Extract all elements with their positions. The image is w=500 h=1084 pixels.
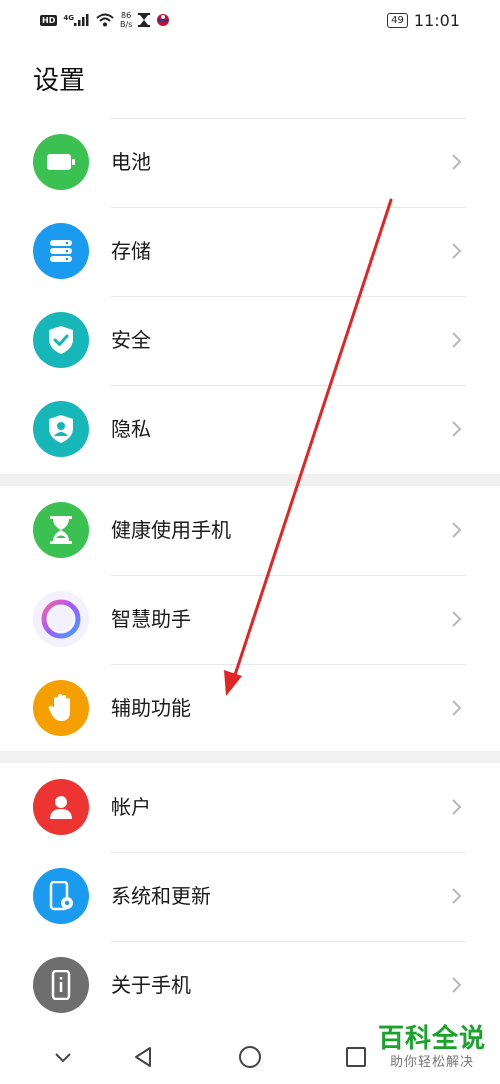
settings-item-smart-assistant[interactable]: 智慧助手 <box>0 575 500 664</box>
settings-item-about-phone[interactable]: 关于手机 <box>0 941 500 1030</box>
page-title: 设置 <box>33 66 86 96</box>
settings-item-label: 帐户 <box>111 795 151 819</box>
settings-item-label: 系统和更新 <box>111 884 211 908</box>
divider <box>111 118 466 119</box>
battery-indicator: 49 <box>387 12 408 28</box>
settings-item-storage[interactable]: 存储 <box>0 207 500 296</box>
settings-item-accessibility[interactable]: 辅助功能 <box>0 664 500 753</box>
settings-item-label: 健康使用手机 <box>111 518 231 542</box>
wifi-icon <box>96 13 114 27</box>
settings-item-privacy[interactable]: 隐私 <box>0 385 500 474</box>
settings-item-label: 安全 <box>111 328 151 352</box>
hourglass-status-icon <box>138 13 151 27</box>
home-button[interactable] <box>235 1042 265 1072</box>
privacy-shield-icon <box>33 401 89 457</box>
network-type: 4G <box>63 14 74 22</box>
shield-check-icon <box>33 312 89 368</box>
settings-item-digital-balance[interactable]: 健康使用手机 <box>0 486 500 575</box>
watermark-title: 百科全说 <box>377 1024 486 1054</box>
recents-button[interactable] <box>341 1042 371 1072</box>
chevron-right-icon <box>452 799 462 815</box>
settings-item-label: 智慧助手 <box>111 607 191 631</box>
divider <box>111 385 466 386</box>
settings-item-system-update[interactable]: 系统和更新 <box>0 852 500 941</box>
divider <box>111 296 466 297</box>
back-triangle-icon <box>135 1047 151 1067</box>
settings-item-label: 电池 <box>111 150 151 174</box>
status-left: HD 4G 86 B/s <box>40 11 170 29</box>
chevron-right-icon <box>452 611 462 627</box>
settings-item-label: 隐私 <box>111 417 151 441</box>
chevron-right-icon <box>452 154 462 170</box>
collapse-nav-button[interactable] <box>48 1042 78 1072</box>
chevron-right-icon <box>452 888 462 904</box>
settings-item-account[interactable]: 帐户 <box>0 763 500 852</box>
recents-square-icon <box>346 1047 366 1067</box>
hd-badge: HD <box>40 14 58 26</box>
chevron-right-icon <box>452 522 462 538</box>
chevron-right-icon <box>452 332 462 348</box>
settings-item-label: 辅助功能 <box>111 696 191 720</box>
assistant-ring-icon <box>33 591 89 647</box>
status-right: 49 11:01 <box>387 11 460 30</box>
group-separator <box>0 751 500 763</box>
chevron-right-icon <box>452 977 462 993</box>
back-button[interactable] <box>128 1042 158 1072</box>
chevron-right-icon <box>452 700 462 716</box>
status-bar: HD 4G 86 B/s 49 11:01 <box>0 0 500 40</box>
watermark: 百科全说 助你轻松解决 <box>378 1024 486 1072</box>
app-notification-icon <box>157 14 170 26</box>
settings-item-battery[interactable]: 电池 <box>0 118 500 207</box>
group-separator <box>0 474 500 486</box>
chevron-right-icon <box>452 421 462 437</box>
settings-item-security[interactable]: 安全 <box>0 296 500 385</box>
storage-icon <box>33 223 89 279</box>
net-speed-value: 86 <box>121 11 132 20</box>
settings-item-label: 关于手机 <box>111 973 191 997</box>
clock: 11:01 <box>413 10 460 30</box>
hourglass-icon <box>33 502 89 558</box>
settings-group-3: 帐户 系统和更新 关于手机 <box>0 763 500 1030</box>
phone-gear-icon <box>33 868 89 924</box>
hand-icon <box>33 680 89 736</box>
home-circle-icon <box>239 1046 261 1068</box>
settings-group-2: 健康使用手机 智慧助手 辅助功能 <box>0 486 500 753</box>
chevron-down-icon <box>55 1053 71 1063</box>
settings-group-1: 电池 存储 安全 隐私 <box>0 118 500 474</box>
watermark-subtitle: 助你轻松解决 <box>389 1055 474 1070</box>
signal-icon: 4G <box>63 14 90 26</box>
battery-icon <box>33 134 89 190</box>
net-speed: 86 B/s <box>120 11 132 29</box>
settings-item-label: 存储 <box>111 239 151 263</box>
chevron-right-icon <box>452 243 462 259</box>
divider <box>111 207 466 208</box>
phone-info-icon <box>33 957 89 1013</box>
net-speed-unit: B/s <box>119 20 133 29</box>
user-icon <box>33 779 89 835</box>
